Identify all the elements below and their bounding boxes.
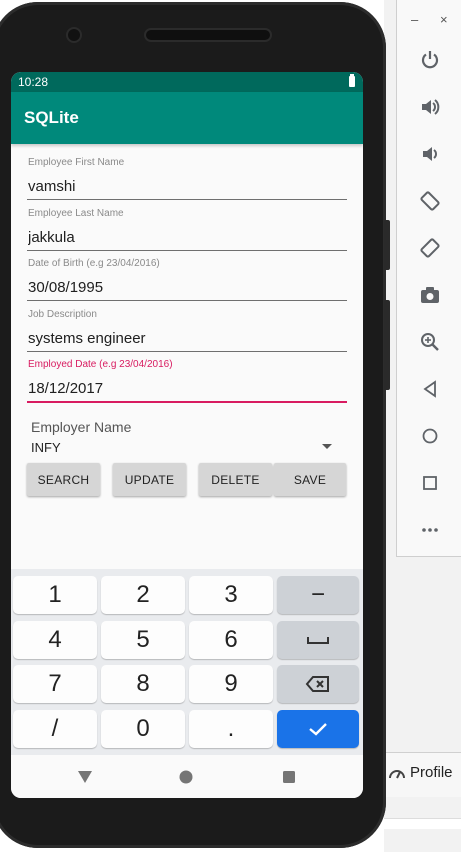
app-bar: SQLite: [11, 92, 363, 144]
status-bar: 10:28: [11, 72, 363, 92]
volume-up-button[interactable]: [415, 92, 445, 122]
back-icon: [423, 380, 436, 398]
home-circle-icon: [179, 770, 193, 784]
key-space[interactable]: [277, 621, 359, 659]
app-title: SQLite: [24, 108, 79, 127]
first-name-input[interactable]: [27, 173, 347, 200]
device-screen: 10:28 SQLite Employee First Name Employe…: [11, 72, 363, 798]
more-icon: [422, 528, 438, 532]
last-name-input[interactable]: [27, 224, 347, 251]
first-name-label: Employee First Name: [28, 157, 125, 168]
backspace-icon: [305, 676, 329, 692]
rotate-right-icon: [420, 238, 440, 258]
overview-icon: [423, 476, 437, 490]
nav-back-button[interactable]: [75, 767, 95, 787]
gauge-icon: [389, 769, 405, 778]
dob-input[interactable]: [27, 274, 347, 301]
navigation-bar: [11, 755, 363, 798]
earpiece-speaker: [146, 30, 270, 40]
front-camera: [68, 29, 80, 41]
back-button[interactable]: [415, 374, 445, 404]
nav-home-button[interactable]: [176, 767, 196, 787]
search-button[interactable]: SEARCH: [27, 463, 100, 496]
power-button[interactable]: [415, 45, 445, 75]
key-3[interactable]: 3: [189, 576, 273, 614]
status-time: 10:28: [18, 75, 49, 89]
ide-divider: [384, 818, 461, 829]
rotate-left-icon: [420, 191, 440, 211]
key-2[interactable]: 2: [101, 576, 185, 614]
key-backspace[interactable]: [277, 665, 359, 703]
space-icon: [307, 637, 329, 644]
key-4[interactable]: 4: [13, 621, 97, 659]
job-label: Job Description: [28, 309, 97, 320]
power-icon: [421, 51, 439, 69]
checkmark-icon: [309, 723, 327, 736]
update-button[interactable]: UPDATE: [113, 463, 186, 496]
battery-icon: [349, 74, 355, 87]
save-button[interactable]: SAVE: [274, 463, 346, 496]
key-done[interactable]: [277, 710, 359, 748]
employed-date-input[interactable]: [27, 375, 347, 403]
profiler-tab[interactable]: Profile: [388, 764, 453, 781]
profiler-label: Profile: [410, 764, 453, 781]
employer-label: Employer Name: [31, 419, 132, 435]
minimize-button[interactable]: –: [411, 12, 418, 27]
zoom-button[interactable]: [415, 327, 445, 357]
employer-spinner[interactable]: INFY: [31, 440, 61, 455]
rotate-left-button[interactable]: [415, 186, 445, 216]
employed-date-label: Employed Date (e.g 23/04/2016): [28, 359, 173, 370]
key-6[interactable]: 6: [189, 621, 273, 659]
phone-volume-key: [384, 300, 390, 390]
job-input[interactable]: [27, 325, 347, 352]
nav-recents-button[interactable]: [279, 767, 299, 787]
dropdown-arrow-icon[interactable]: [322, 444, 332, 449]
more-button[interactable]: [415, 515, 445, 545]
key-0[interactable]: 0: [101, 710, 185, 748]
key-dot[interactable]: .: [189, 710, 273, 748]
overview-button[interactable]: [415, 468, 445, 498]
screenshot-button[interactable]: [415, 280, 445, 310]
back-triangle-icon: [78, 771, 92, 783]
dob-label: Date of Birth (e.g 23/04/2016): [28, 258, 160, 269]
key-5[interactable]: 5: [101, 621, 185, 659]
key-8[interactable]: 8: [101, 665, 185, 703]
numeric-keyboard: 1 2 3 − 4 5 6 7 8 9 / 0 .: [11, 569, 363, 755]
key-9[interactable]: 9: [189, 665, 273, 703]
zoom-icon: [421, 333, 439, 351]
rotate-right-button[interactable]: [415, 233, 445, 263]
close-button[interactable]: ×: [440, 12, 448, 27]
key-1[interactable]: 1: [13, 576, 97, 614]
camera-icon: [421, 287, 439, 303]
volume-down-button[interactable]: [415, 139, 445, 169]
home-button[interactable]: [415, 421, 445, 451]
volume-up-icon: [422, 99, 440, 115]
tool-panel-header: – ×: [397, 10, 461, 32]
key-minus[interactable]: −: [277, 576, 359, 614]
recents-square-icon: [283, 771, 295, 783]
key-7[interactable]: 7: [13, 665, 97, 703]
volume-down-icon: [423, 147, 437, 161]
delete-button[interactable]: DELETE: [199, 463, 272, 496]
emulator-tool-panel: – ×: [396, 0, 461, 557]
last-name-label: Employee Last Name: [28, 208, 124, 219]
key-slash[interactable]: /: [13, 710, 97, 748]
phone-power-key: [384, 220, 390, 270]
home-icon: [422, 428, 438, 444]
